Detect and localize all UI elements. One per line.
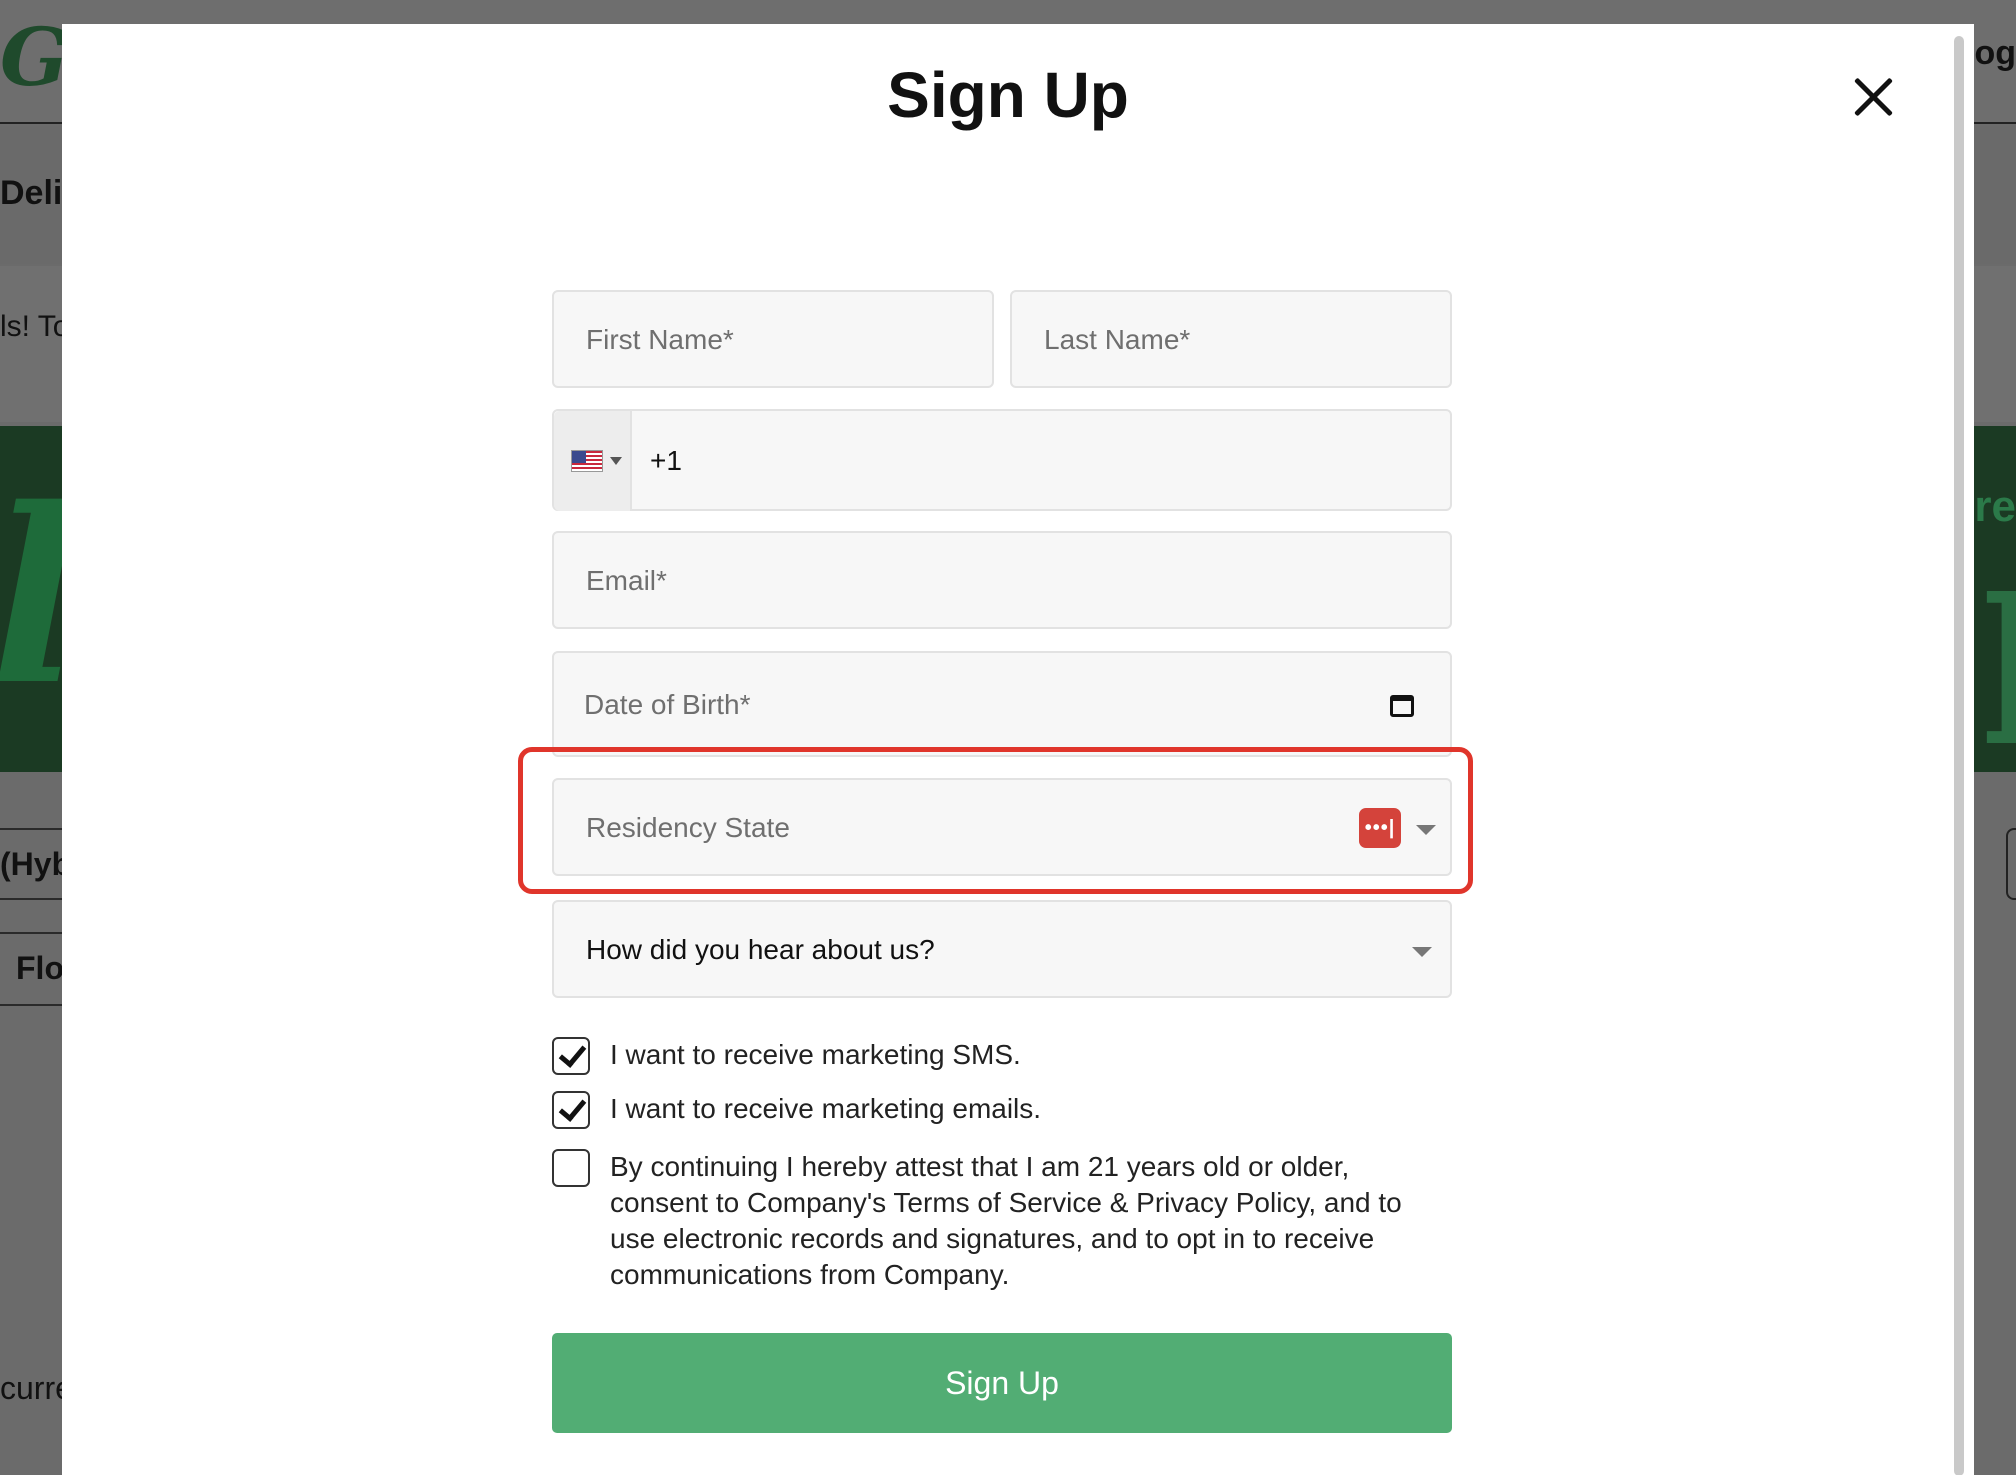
background-divider	[0, 1004, 70, 1006]
first-name-placeholder: First Name*	[586, 324, 734, 355]
marketing-emails-checkbox[interactable]	[552, 1091, 590, 1129]
date-of-birth-field[interactable]: Date of Birth*	[552, 651, 1452, 757]
first-name-field[interactable]: First Name*	[552, 290, 994, 388]
email-field[interactable]: Email*	[552, 531, 1452, 629]
close-icon[interactable]	[1850, 74, 1896, 120]
background-edge-box	[2006, 828, 2016, 900]
chevron-down-icon	[1412, 947, 1432, 957]
marketing-emails-label: I want to receive marketing emails.	[610, 1093, 1042, 1124]
background-row-1: (Hyb	[0, 846, 72, 882]
referral-source-value: How did you hear about us?	[586, 934, 935, 965]
background-nav-text: Deli	[0, 174, 63, 212]
background-divider	[0, 828, 70, 830]
phone-field[interactable]: +1	[552, 409, 1452, 511]
password-manager-icon[interactable]: •••|	[1359, 808, 1401, 848]
chevron-down-icon	[610, 457, 622, 465]
marketing-sms-label: I want to receive marketing SMS.	[610, 1039, 1021, 1070]
us-flag-icon	[571, 450, 603, 472]
background-divider	[0, 898, 70, 900]
age-attestation-label: By continuing I hereby attest that I am …	[610, 1151, 1402, 1290]
sign-up-button[interactable]: Sign Up	[552, 1333, 1452, 1433]
modal-scrollbar[interactable]	[1954, 36, 1964, 1475]
age-attestation-checkbox[interactable]	[552, 1149, 590, 1187]
referral-source-select[interactable]: How did you hear about us?	[552, 900, 1452, 998]
calendar-icon[interactable]	[1390, 695, 1414, 717]
country-selector[interactable]	[554, 411, 632, 511]
marketing-sms-checkbox[interactable]	[552, 1037, 590, 1075]
email-placeholder: Email*	[586, 565, 667, 596]
chevron-down-icon	[1416, 825, 1436, 835]
modal-title: Sign Up	[887, 59, 1129, 131]
background-divider	[0, 932, 70, 934]
residency-state-placeholder: Residency State	[586, 812, 790, 843]
background-promo-text: ls! To	[0, 310, 70, 343]
phone-country-code: +1	[650, 445, 682, 476]
last-name-placeholder: Last Name*	[1044, 324, 1191, 355]
last-name-field[interactable]: Last Name*	[1010, 290, 1452, 388]
date-of-birth-placeholder: Date of Birth*	[584, 689, 751, 720]
residency-state-select[interactable]: Residency State •••|	[552, 778, 1452, 876]
